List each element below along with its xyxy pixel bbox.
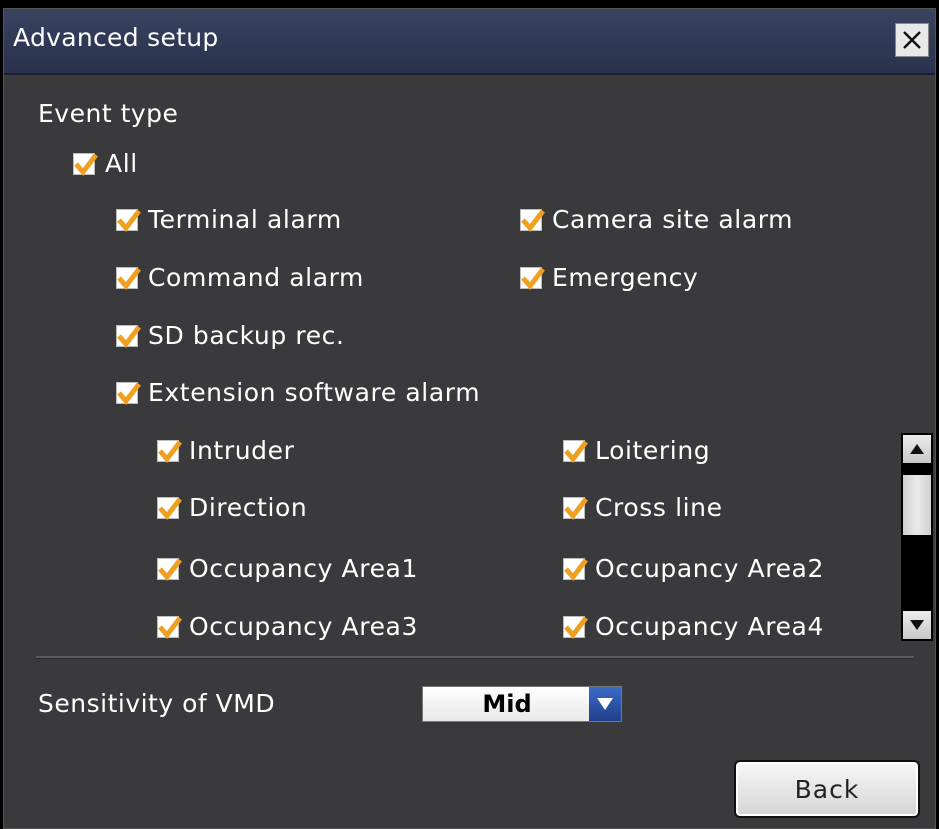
sensitivity-select[interactable]: Mid — [422, 686, 622, 722]
event-type-label: Event type — [38, 99, 179, 128]
checkbox-box — [157, 439, 182, 463]
close-icon — [903, 31, 921, 49]
title-bar: Advanced setup — [4, 9, 935, 75]
checkbox-occupancy-area4[interactable]: Occupancy Area4 — [563, 612, 824, 641]
checkbox-box — [563, 496, 588, 520]
checkbox-all[interactable]: All — [73, 149, 138, 178]
checkbox-label: Emergency — [552, 263, 699, 292]
checkmark-icon — [158, 496, 182, 520]
checkbox-label: Intruder — [189, 436, 295, 465]
arrow-up-icon — [910, 444, 924, 454]
vertical-scrollbar[interactable] — [901, 433, 933, 641]
section-divider — [36, 656, 914, 659]
checkbox-intruder[interactable]: Intruder — [157, 436, 294, 465]
back-button[interactable]: Back — [734, 760, 920, 818]
checkmark-icon — [564, 439, 588, 463]
checkbox-box — [116, 324, 141, 348]
checkbox-direction[interactable]: Direction — [157, 493, 307, 522]
checkmark-icon — [158, 557, 182, 581]
checkbox-occupancy-area1[interactable]: Occupancy Area1 — [157, 554, 418, 583]
checkbox-label: SD backup rec. — [148, 321, 345, 350]
checkbox-box — [563, 615, 588, 639]
checkbox-box — [563, 557, 588, 581]
checkbox-box — [520, 208, 545, 232]
checkmark-icon — [117, 381, 141, 405]
checkbox-label: Cross line — [595, 493, 723, 522]
checkbox-box — [116, 208, 141, 232]
checkmark-icon — [117, 266, 141, 290]
checkbox-emergency[interactable]: Emergency — [520, 263, 698, 292]
checkbox-camera-site-alarm[interactable]: Camera site alarm — [520, 205, 793, 234]
dialog-title: Advanced setup — [13, 23, 219, 52]
checkmark-icon — [521, 208, 545, 232]
checkbox-box — [73, 152, 98, 176]
scroll-thumb[interactable] — [903, 475, 931, 535]
checkmark-icon — [74, 152, 98, 176]
close-button[interactable] — [895, 23, 929, 57]
checkbox-box — [520, 266, 545, 290]
arrow-down-icon — [910, 620, 924, 630]
checkbox-label: Occupancy Area3 — [189, 612, 418, 641]
checkmark-icon — [564, 615, 588, 639]
checkmark-icon — [158, 615, 182, 639]
checkbox-box — [116, 381, 141, 405]
checkbox-terminal-alarm[interactable]: Terminal alarm — [116, 205, 342, 234]
checkbox-label: Command alarm — [148, 263, 365, 292]
checkbox-label: Terminal alarm — [148, 205, 342, 234]
checkmark-icon — [117, 208, 141, 232]
checkmark-icon — [117, 324, 141, 348]
checkbox-label: Extension software alarm — [148, 378, 481, 407]
checkbox-cross-line[interactable]: Cross line — [563, 493, 723, 522]
advanced-setup-dialog: Advanced setup Event type All Terminal a… — [3, 8, 936, 829]
checkmark-icon — [564, 557, 588, 581]
dropdown-arrow[interactable] — [589, 687, 621, 721]
checkbox-occupancy-area3[interactable]: Occupancy Area3 — [157, 612, 418, 641]
scroll-down-button[interactable] — [903, 611, 931, 639]
checkbox-loitering[interactable]: Loitering — [563, 436, 710, 465]
checkbox-box — [157, 615, 182, 639]
checkbox-box — [116, 266, 141, 290]
checkmark-icon — [564, 496, 588, 520]
chevron-down-icon — [597, 698, 613, 710]
checkbox-occupancy-area2[interactable]: Occupancy Area2 — [563, 554, 824, 583]
checkbox-label: Camera site alarm — [552, 205, 794, 234]
checkbox-label: Occupancy Area2 — [595, 554, 824, 583]
checkmark-icon — [158, 439, 182, 463]
sensitivity-label: Sensitivity of VMD — [38, 689, 276, 718]
checkbox-sd-backup-rec[interactable]: SD backup rec. — [116, 321, 345, 350]
checkbox-label: Occupancy Area1 — [189, 554, 418, 583]
checkbox-extension-software-alarm[interactable]: Extension software alarm — [116, 378, 480, 407]
scroll-up-button[interactable] — [903, 435, 931, 463]
checkbox-command-alarm[interactable]: Command alarm — [116, 263, 364, 292]
checkbox-box — [157, 557, 182, 581]
checkbox-label: Occupancy Area4 — [595, 612, 824, 641]
checkbox-box — [563, 439, 588, 463]
checkbox-label: Loitering — [595, 436, 711, 465]
checkmark-icon — [521, 266, 545, 290]
checkbox-label: All — [105, 149, 138, 178]
sensitivity-value: Mid — [423, 687, 591, 721]
checkbox-box — [157, 496, 182, 520]
checkbox-label: Direction — [189, 493, 308, 522]
